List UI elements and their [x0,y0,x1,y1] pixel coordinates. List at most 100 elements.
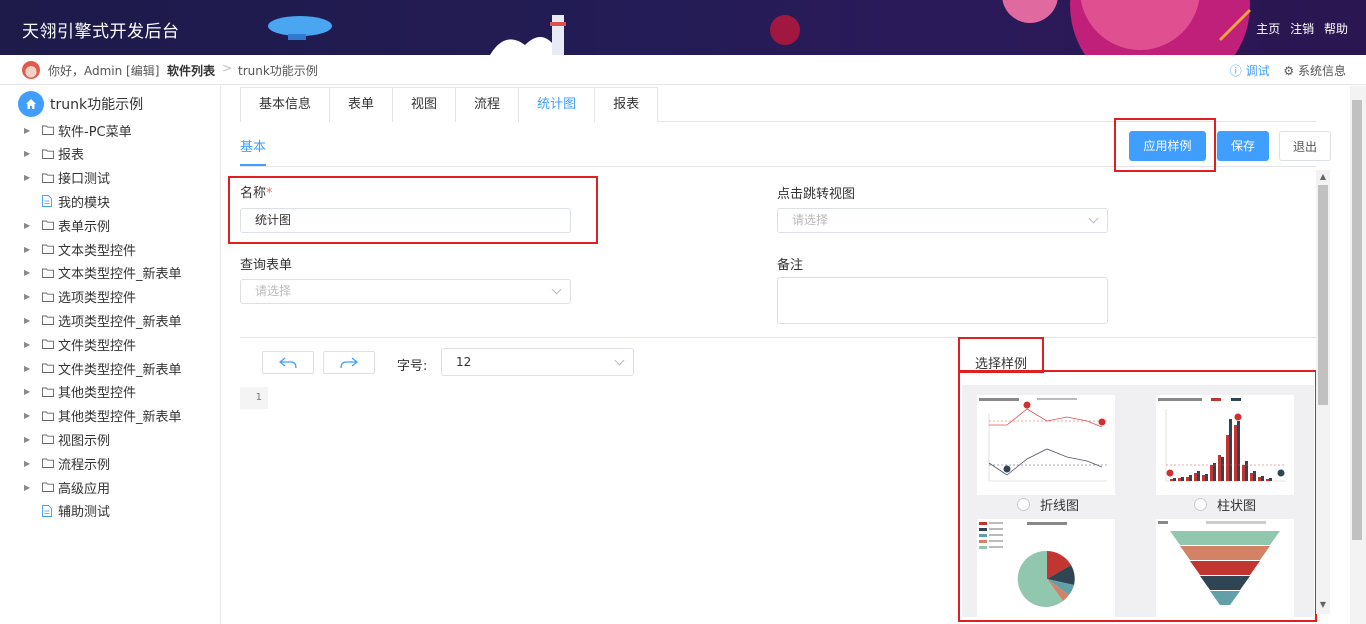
apply-sample-button[interactable]: 应用样例 [1129,131,1206,161]
name-input[interactable]: 统计图 [240,208,571,233]
sidebar-item[interactable]: 辅助测试 [24,501,110,521]
folder-icon [42,173,54,183]
home-link[interactable]: 主页 [1256,22,1280,36]
caret-right-icon[interactable]: ▶ [24,435,36,444]
folder-icon [42,363,54,373]
caret-right-icon[interactable]: ▶ [24,292,36,301]
caret-right-icon[interactable]: ▶ [24,149,36,158]
system-info-link[interactable]: ⚙ 系统信息 [1283,64,1346,78]
caret-right-icon[interactable]: ▶ [24,268,36,277]
bar-chart-thumbnail[interactable] [1156,395,1294,495]
caret-right-icon[interactable]: ▶ [24,221,36,230]
sidebar-item[interactable]: ▶ 选项类型控件_新表单 [24,310,182,330]
samples-panel: 折线图 柱状图 [962,385,1314,617]
form-scrollbar-thumb[interactable] [1318,185,1328,405]
bar-chart-radio[interactable] [1194,498,1207,511]
sidebar-item[interactable]: ▶ 其他类型控件 [24,382,136,402]
jump-view-label: 点击跳转视图 [777,187,856,202]
sidebar-item-label: 辅助测试 [58,505,111,521]
sidebar-item[interactable]: 我的模块 [24,191,110,211]
sidebar-item[interactable]: ▶ 软件-PC菜单 [24,120,132,140]
jump-view-select[interactable]: 请选择 [777,208,1108,233]
sidebar-item[interactable]: ▶ 视图示例 [24,429,110,449]
tab-flow[interactable]: 流程 [455,87,520,122]
caret-right-icon[interactable]: ▶ [24,245,36,254]
sidebar-item[interactable]: ▶ 文本类型控件 [24,239,136,259]
tab-view[interactable]: 视图 [392,87,457,122]
font-size-label: 字号: [397,359,428,374]
sample-option-bar[interactable]: 柱状图 [1194,495,1256,514]
redo-button[interactable] [323,351,375,374]
sidebar-item-label: 报表 [58,148,85,164]
bar-chart-label: 柱状图 [1217,499,1257,514]
avatar[interactable] [22,61,40,79]
header-links: 主页 注销 帮助 [1250,20,1348,37]
caret-right-icon[interactable]: ▶ [24,387,36,396]
folder-icon [42,244,54,254]
caret-right-icon[interactable]: ▶ [24,483,36,492]
line-chart-label: 折线图 [1040,499,1080,514]
scroll-up-arrow[interactable]: ▲ [1318,172,1328,182]
caret-right-icon[interactable]: ▶ [24,126,36,135]
font-size-value: 12 [456,355,472,369]
sidebar-item[interactable]: ▶ 其他类型控件_新表单 [24,406,182,426]
sidebar-item-label: 其他类型控件_新表单 [58,410,182,426]
line-chart-thumbnail[interactable] [977,395,1115,495]
user-greeting[interactable]: 你好，Admin [编辑] [48,62,159,79]
breadcrumb-software-list[interactable]: 软件列表 [167,62,215,79]
sidebar-item[interactable]: ▶ 文件类型控件 [24,334,136,354]
caret-right-icon[interactable]: ▶ [24,459,36,468]
folder-icon [42,125,54,135]
jump-view-placeholder: 请选择 [792,213,829,227]
chevron-down-icon [551,284,562,295]
breadcrumb-separator: > [222,61,233,75]
caret-right-icon[interactable]: ▶ [24,340,36,349]
sidebar-item-label: 选项类型控件_新表单 [58,314,182,330]
sidebar-item-label: 视图示例 [58,433,111,449]
tab-basic-info[interactable]: 基本信息 [240,87,331,122]
folder-icon [42,292,54,302]
caret-right-icon[interactable]: ▶ [24,173,36,182]
app-title: 天翎引擎式开发后台 [22,22,180,42]
sidebar-item[interactable]: ▶ 文件类型控件_新表单 [24,358,182,378]
debug-link[interactable]: ⓘ 调试 [1230,64,1270,78]
save-button[interactable]: 保存 [1217,131,1269,161]
sidebar-item[interactable]: ▶ 接口测试 [24,168,110,188]
header-illustration [268,0,1252,55]
chevron-down-icon [1088,213,1099,224]
app-header: 天翎引擎式开发后台 主页 注销 帮助 [0,0,1366,55]
tree-root-label: trunk功能示例 [50,97,144,113]
name-label-text: 名称 [240,186,267,201]
sidebar-item[interactable]: ▶ 高级应用 [24,477,110,497]
help-link[interactable]: 帮助 [1324,22,1348,36]
line-chart-radio[interactable] [1017,498,1030,511]
folder-icon [42,220,54,231]
funnel-chart-thumbnail[interactable] [1156,519,1294,617]
sample-option-line[interactable]: 折线图 [1017,495,1079,514]
tab-chart[interactable]: 统计图 [518,87,596,122]
sidebar: trunk功能示例 ▶ 软件-PC菜单 ▶ 报表 ▶ 接口测试 我的模块 ▶ 表单示例 ▶ 文本类型… [0,86,221,624]
file-icon [42,195,52,208]
sidebar-item[interactable]: ▶ 文本类型控件_新表单 [24,263,182,283]
query-form-select[interactable]: 请选择 [240,279,571,304]
undo-button[interactable] [262,351,314,374]
caret-right-icon[interactable]: ▶ [24,411,36,420]
remark-textarea[interactable] [777,277,1108,324]
caret-right-icon[interactable]: ▶ [24,316,36,325]
tab-form[interactable]: 表单 [329,87,394,122]
page-scrollbar-thumb[interactable] [1352,100,1362,540]
sidebar-item[interactable]: ▶ 报表 [24,144,84,164]
subtab-basic[interactable]: 基本 [240,136,266,155]
exit-button[interactable]: 退出 [1279,131,1331,161]
tree-root[interactable]: trunk功能示例 [18,91,144,117]
tab-report[interactable]: 报表 [594,87,659,122]
scroll-down-arrow[interactable]: ▼ [1318,600,1328,610]
folder-icon [42,268,54,278]
logout-link[interactable]: 注销 [1290,22,1314,36]
font-size-select[interactable]: 12 [441,348,634,376]
sidebar-item[interactable]: ▶ 流程示例 [24,453,110,473]
sidebar-item[interactable]: ▶ 选项类型控件 [24,287,136,307]
caret-right-icon[interactable]: ▶ [24,364,36,373]
sidebar-item[interactable]: ▶ 表单示例 [24,215,110,235]
pie-chart-thumbnail[interactable] [977,519,1115,617]
